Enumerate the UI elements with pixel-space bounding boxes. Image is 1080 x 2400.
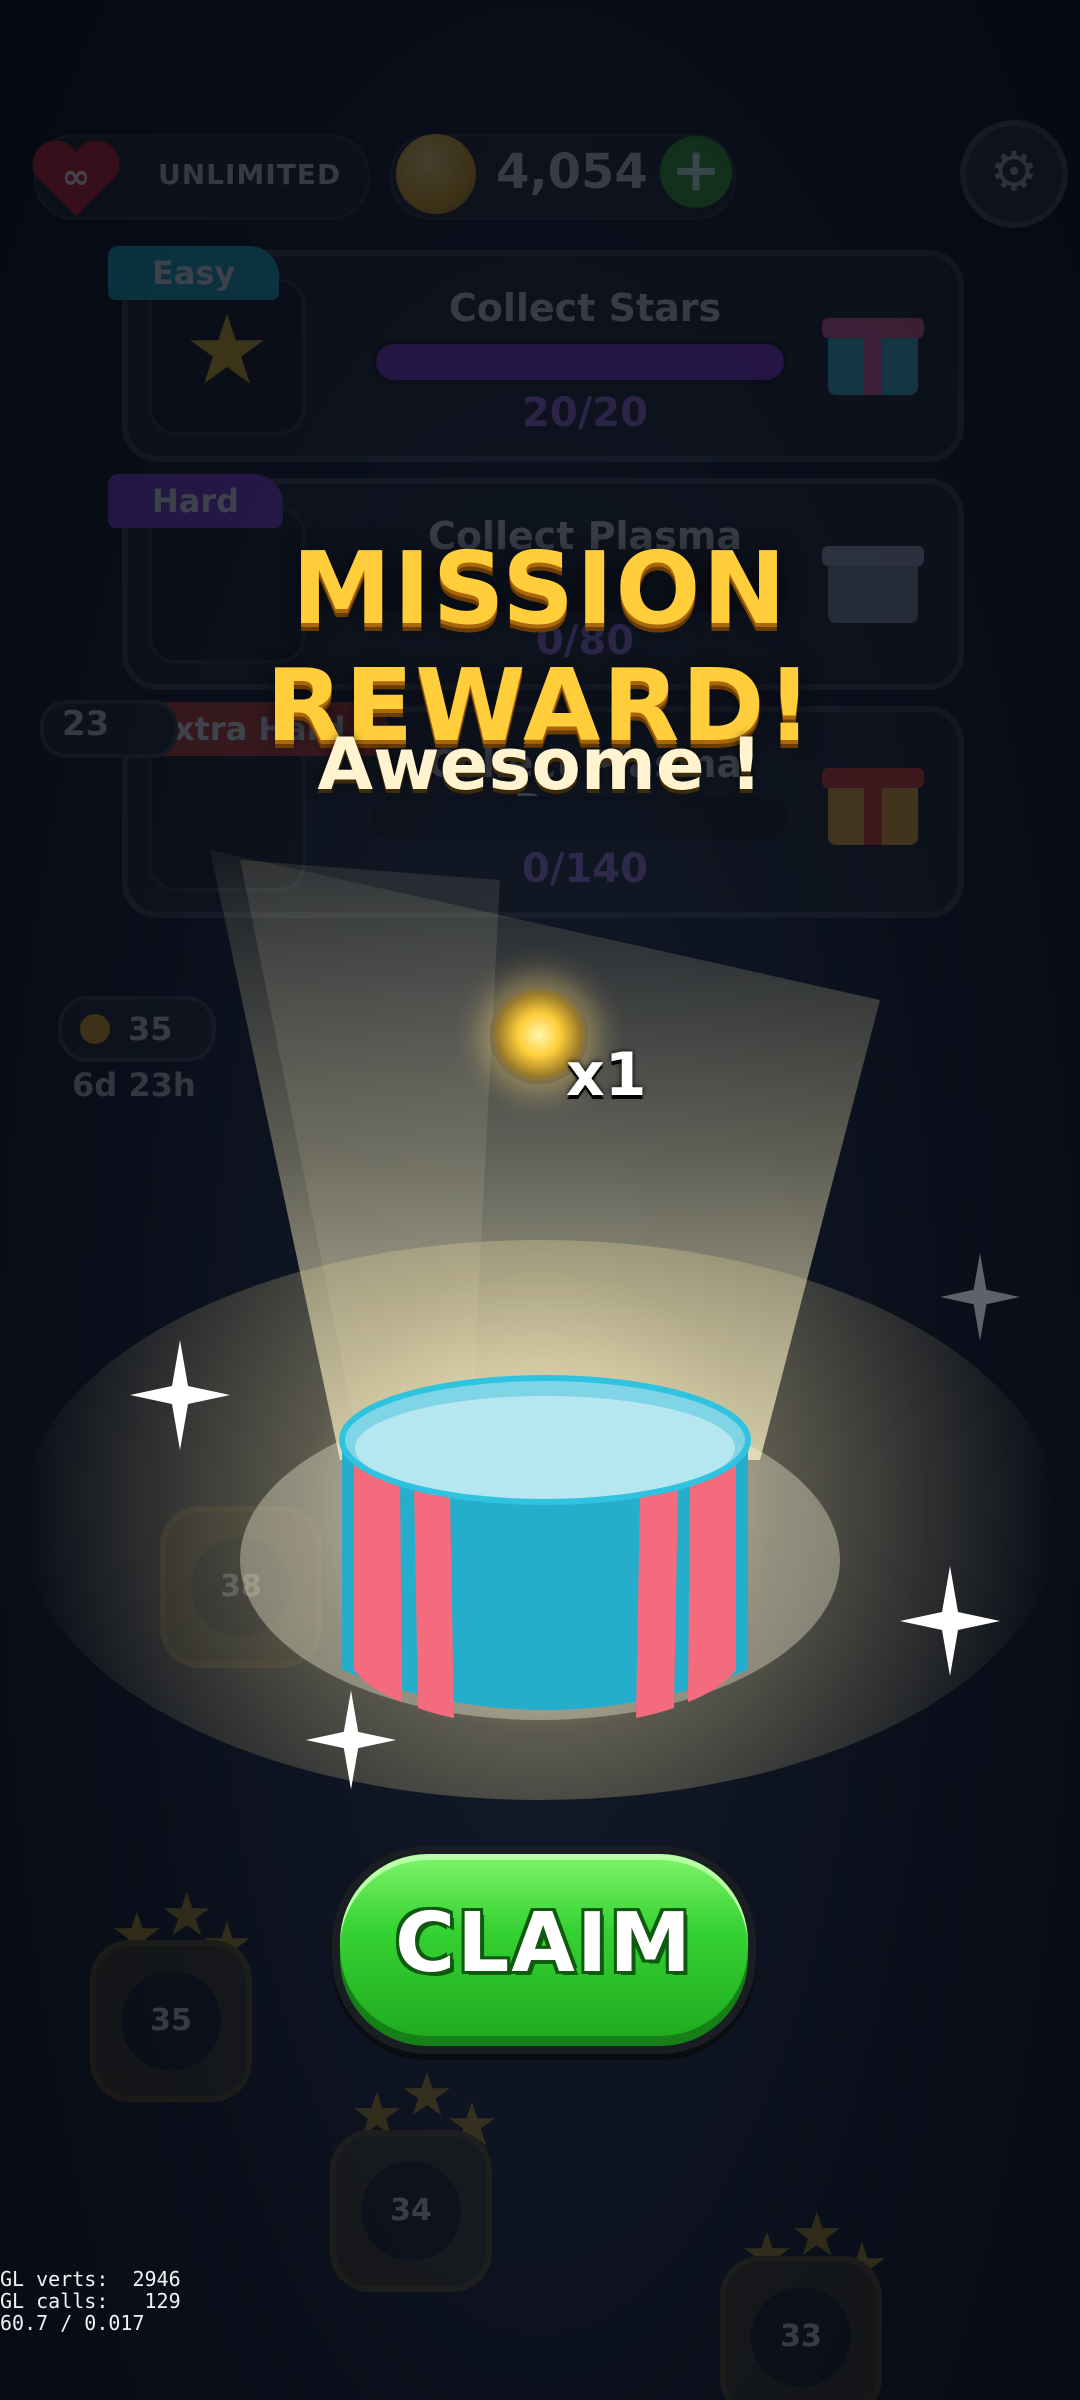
claim-button-label: CLAIM — [394, 1896, 693, 1991]
debug-line: 60.7 / 0.017 — [0, 2311, 145, 2335]
sparkle-icon — [900, 1566, 1000, 1676]
sparkle-icon — [130, 1340, 230, 1450]
reward-screen: ∞ UNLIMITED 4,054 + ⚙ ★ Easy Collect Sta… — [0, 0, 1080, 2400]
debug-overlay: GL verts: 2946 GL calls: 129 60.7 / 0.01… — [0, 2268, 181, 2334]
reward-subtitle: Awesome ! — [317, 722, 763, 806]
reward-quantity: x1 — [566, 1040, 647, 1110]
sparkle-icon — [940, 1253, 1020, 1341]
debug-line: GL verts: 2946 — [0, 2267, 181, 2291]
reward-box-open — [339, 1375, 751, 1718]
claim-button[interactable]: CLAIM — [332, 1846, 756, 2054]
debug-line: GL calls: 129 — [0, 2289, 181, 2313]
